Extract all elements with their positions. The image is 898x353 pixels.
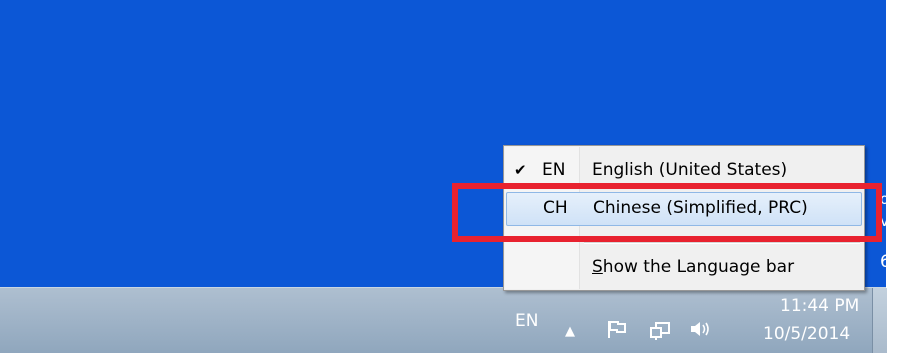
language-code: EN [542, 160, 566, 180]
show-language-bar-label: Show the Language bar [592, 257, 794, 277]
volume-icon[interactable] [689, 319, 713, 344]
taskbar: EN ▲ 11:44 PM 10/5/2014 [0, 287, 887, 353]
menu-item-show-language-bar[interactable]: Show the Language bar [506, 251, 862, 285]
language-label: English (United States) [592, 160, 788, 180]
show-language-bar-text: how the Language bar [602, 257, 795, 277]
background-window-line: 601 [880, 252, 886, 272]
highlight-box-annotation [452, 183, 882, 242]
clock-time[interactable]: 11:44 PM [780, 296, 859, 316]
clock-date[interactable]: 10/5/2014 [763, 324, 850, 344]
language-indicator-button[interactable]: EN [515, 311, 538, 331]
accelerator-key: S [592, 257, 603, 277]
action-center-flag-icon[interactable] [606, 319, 628, 344]
show-desktop-button[interactable] [872, 288, 887, 353]
screen-edge [886, 0, 898, 353]
network-icon[interactable] [649, 321, 670, 341]
menu-separator [584, 242, 860, 244]
checkmark-icon: ✔ [514, 161, 527, 179]
screen: oc vs 601 EN ▲ 11:44 PM 1 [0, 0, 898, 353]
show-hidden-icons-icon[interactable]: ▲ [565, 324, 575, 339]
